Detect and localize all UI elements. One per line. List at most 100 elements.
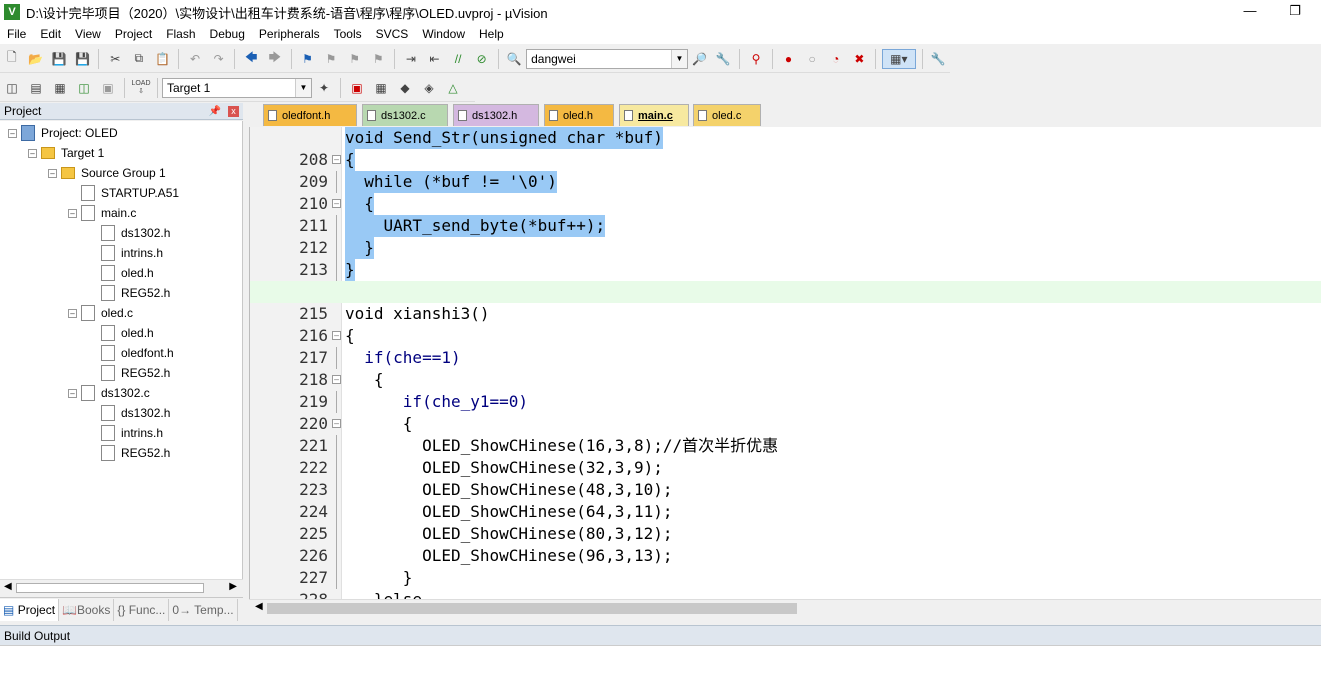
- batch-build-icon[interactable]: ◫: [74, 78, 94, 98]
- debug-search-icon[interactable]: ⚲: [746, 49, 766, 69]
- collapse-icon[interactable]: –: [68, 308, 77, 318]
- tab-project[interactable]: ▤ Project: [0, 598, 60, 621]
- editor-horizontal-scrollbar[interactable]: ◀: [249, 599, 1321, 616]
- code-line[interactable]: 211 – {: [250, 193, 1321, 235]
- tab-oled-c[interactable]: oled.c: [693, 104, 761, 126]
- tree-node-file[interactable]: ds1302.h: [101, 223, 170, 243]
- find-combo[interactable]: dangwei ▼: [526, 48, 688, 69]
- tree-node-file[interactable]: REG52.h: [101, 363, 170, 383]
- menu-tools[interactable]: Tools: [327, 27, 369, 41]
- tree-node-file[interactable]: intrins.h: [101, 243, 163, 263]
- code-line[interactable]: 210 while (*buf != '\0'): [250, 171, 1321, 213]
- manage-components-icon[interactable]: ▣: [347, 78, 367, 98]
- translate-icon[interactable]: ◫: [2, 78, 22, 98]
- rebuild-icon[interactable]: ▦: [50, 78, 70, 98]
- next-bookmark-icon[interactable]: ⚑: [345, 49, 365, 69]
- code-line[interactable]: 209 – {: [250, 149, 1321, 191]
- tree-node-target[interactable]: – Target 1: [28, 143, 104, 163]
- menu-project[interactable]: Project: [108, 27, 159, 41]
- tree-node-file[interactable]: oledfont.h: [101, 343, 174, 363]
- code-line[interactable]: 221 – {: [250, 413, 1321, 455]
- build-icon[interactable]: ▤: [26, 78, 46, 98]
- tree-node-file[interactable]: – main.c: [68, 203, 136, 223]
- target-combo[interactable]: Target 1 ▼: [162, 77, 312, 98]
- collapse-icon[interactable]: –: [68, 388, 77, 398]
- select-packs-icon[interactable]: ▦: [371, 78, 391, 98]
- new-file-icon[interactable]: 🗋: [2, 49, 22, 69]
- unindent-icon[interactable]: ⇤: [425, 49, 445, 69]
- code-line[interactable]: 228 }: [250, 567, 1321, 599]
- code-editor[interactable]: 208 void Send_Str(unsigned char *buf) 20…: [249, 127, 1321, 599]
- code-line-current[interactable]: 215: [250, 281, 1321, 323]
- minimize-button[interactable]: —: [1236, 2, 1264, 20]
- code-line[interactable]: 225 OLED_ShowCHinese(64,3,11);: [250, 501, 1321, 543]
- scrollbar-thumb[interactable]: [16, 583, 204, 593]
- pack-installer-icon[interactable]: ◈: [419, 78, 439, 98]
- code-line[interactable]: 214 }: [250, 259, 1321, 301]
- manage-runtime-icon[interactable]: ◆: [395, 78, 415, 98]
- pin-icon[interactable]: 📌: [209, 103, 221, 120]
- menu-view[interactable]: View: [68, 27, 108, 41]
- collapse-icon[interactable]: –: [8, 128, 17, 138]
- navigate-back-icon[interactable]: 🡄: [241, 49, 261, 69]
- menu-edit[interactable]: Edit: [33, 27, 68, 41]
- chevron-down-icon[interactable]: ▼: [670, 49, 687, 68]
- open-folder-icon[interactable]: 📂: [26, 49, 46, 69]
- code-line[interactable]: 219 – {: [250, 369, 1321, 411]
- copy-icon[interactable]: ⧉: [129, 49, 149, 69]
- menu-svcs[interactable]: SVCS: [369, 27, 416, 41]
- menu-file[interactable]: File: [0, 27, 33, 41]
- stop-build-icon[interactable]: ▣: [98, 78, 118, 98]
- kill-all-breakpoints-icon[interactable]: ✖: [850, 49, 870, 69]
- chevron-down-icon[interactable]: ▼: [295, 78, 311, 97]
- code-line[interactable]: 217 – {: [250, 325, 1321, 367]
- scroll-left-icon[interactable]: ◀: [255, 601, 263, 612]
- tree-node-file[interactable]: REG52.h: [101, 283, 170, 303]
- collapse-icon[interactable]: –: [28, 148, 37, 158]
- undo-icon[interactable]: ↶: [185, 49, 205, 69]
- find-icon[interactable]: 🔎: [690, 49, 710, 69]
- code-line[interactable]: 229 }else: [250, 589, 1321, 599]
- menu-peripherals[interactable]: Peripherals: [252, 27, 327, 41]
- tab-ds1302-c[interactable]: ds1302.c: [362, 104, 448, 126]
- redo-icon[interactable]: ↷: [209, 49, 229, 69]
- code-line[interactable]: 212 UART_send_byte(*buf++);: [250, 215, 1321, 257]
- find-in-files-icon[interactable]: 🔍: [504, 49, 524, 69]
- collapse-icon[interactable]: –: [48, 168, 57, 178]
- tab-ds1302-h[interactable]: ds1302.h: [453, 104, 539, 126]
- code-line[interactable]: 216 void xianshi3(): [250, 303, 1321, 345]
- tree-node-file[interactable]: oled.h: [101, 263, 154, 283]
- prev-bookmark-icon[interactable]: ⚑: [321, 49, 341, 69]
- cut-icon[interactable]: ✂: [105, 49, 125, 69]
- tree-node-file[interactable]: ds1302.h: [101, 403, 170, 423]
- save-all-icon[interactable]: 💾: [73, 49, 93, 69]
- target-options-icon[interactable]: ✦: [314, 78, 334, 98]
- scroll-left-icon[interactable]: ◀: [4, 581, 12, 592]
- rte-icon[interactable]: △: [443, 78, 463, 98]
- tab-templates[interactable]: 0→ Temp...: [169, 598, 238, 621]
- menu-help[interactable]: Help: [472, 27, 511, 41]
- restore-button[interactable]: ❐: [1281, 2, 1309, 20]
- tree-node-file[interactable]: – ds1302.c: [68, 383, 150, 403]
- indent-icon[interactable]: ⇥: [401, 49, 421, 69]
- scrollbar-thumb[interactable]: [267, 603, 797, 614]
- load-icon[interactable]: LOAD ⇩: [131, 78, 151, 98]
- collapse-icon[interactable]: –: [68, 208, 77, 218]
- code-line[interactable]: 227 OLED_ShowCHinese(96,3,13);: [250, 545, 1321, 587]
- configure-icon[interactable]: 🔧: [929, 49, 949, 69]
- navigate-forward-icon[interactable]: 🡆: [265, 49, 285, 69]
- tree-node-file[interactable]: STARTUP.A51: [81, 183, 179, 203]
- clear-bookmarks-icon[interactable]: ⚑: [368, 49, 388, 69]
- fold-icon[interactable]: –: [332, 331, 341, 340]
- paste-icon[interactable]: 📋: [153, 49, 173, 69]
- build-output-panel[interactable]: [0, 645, 1321, 681]
- tab-functions[interactable]: {} Func...: [114, 598, 170, 621]
- bookmark-icon[interactable]: ⚑: [298, 49, 318, 69]
- breakpoint-icon[interactable]: ●: [779, 49, 799, 69]
- tree-node-file[interactable]: intrins.h: [101, 423, 163, 443]
- tab-main-c[interactable]: main.c: [619, 104, 689, 126]
- tab-oledfont-h[interactable]: oledfont.h: [263, 104, 357, 126]
- tree-node-project[interactable]: – Project: OLED: [8, 123, 118, 143]
- code-line[interactable]: 222 OLED_ShowCHinese(16,3,8);//首次半折优惠: [250, 435, 1321, 477]
- code-line[interactable]: 226 OLED_ShowCHinese(80,3,12);: [250, 523, 1321, 565]
